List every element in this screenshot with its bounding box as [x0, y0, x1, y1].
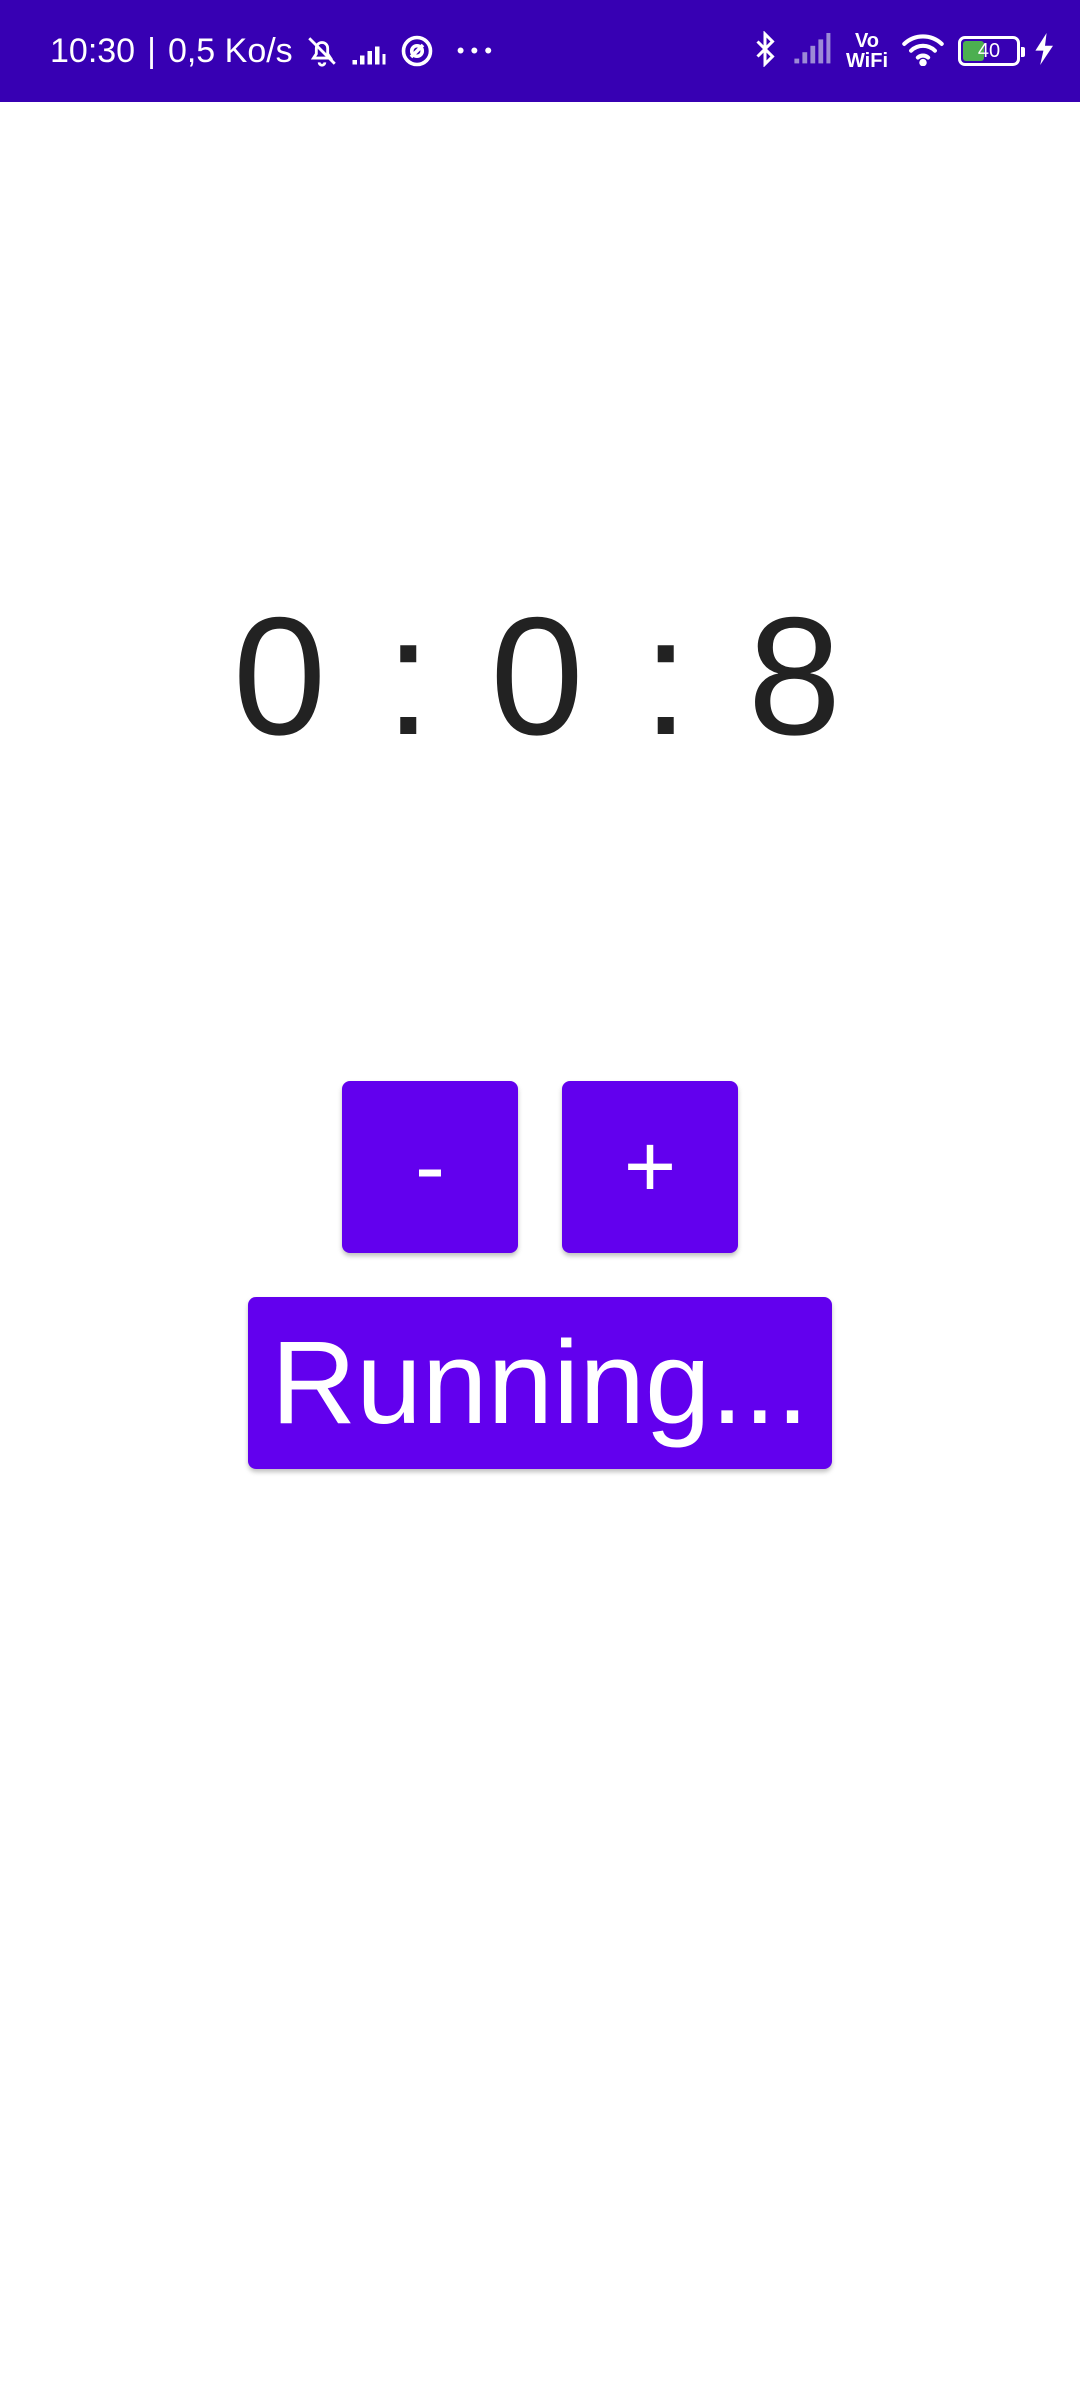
wifi-icon [902, 32, 944, 71]
vowifi-wifi-label: WiFi [845, 50, 888, 72]
status-bar-right: Vo WiFi 40 [752, 0, 1056, 102]
decrement-button[interactable]: - [342, 1081, 518, 1253]
status-separator: | [147, 31, 156, 70]
vowifi-indicator: Vo WiFi [846, 31, 888, 71]
clock-time: 10:30 [50, 31, 136, 70]
status-bar-left: 10:30 | 0,5 Ko/s • • • [50, 0, 492, 102]
status-bar: 10:30 | 0,5 Ko/s • • • Vo WiFi 40 [0, 0, 1080, 102]
battery-tip [1021, 47, 1025, 57]
equalizer-icon [351, 36, 387, 66]
battery-level: 40 [977, 39, 1001, 62]
running-button[interactable]: Running... [248, 1297, 832, 1469]
more-notifications-icon: • • • [456, 38, 493, 63]
timer-display: 0 : 0 : 8 [232, 582, 848, 770]
network-speed: 0,5 Ko/s [167, 31, 293, 70]
bluetooth-icon [752, 29, 778, 72]
charging-icon [1034, 32, 1056, 70]
vowifi-vo-label: Vo [854, 30, 880, 52]
data-saver-icon [399, 33, 435, 69]
battery-icon: 40 [958, 36, 1025, 66]
increment-button[interactable]: + [562, 1081, 738, 1253]
cell-signal-icon [792, 32, 832, 70]
muted-bell-icon [305, 34, 339, 68]
